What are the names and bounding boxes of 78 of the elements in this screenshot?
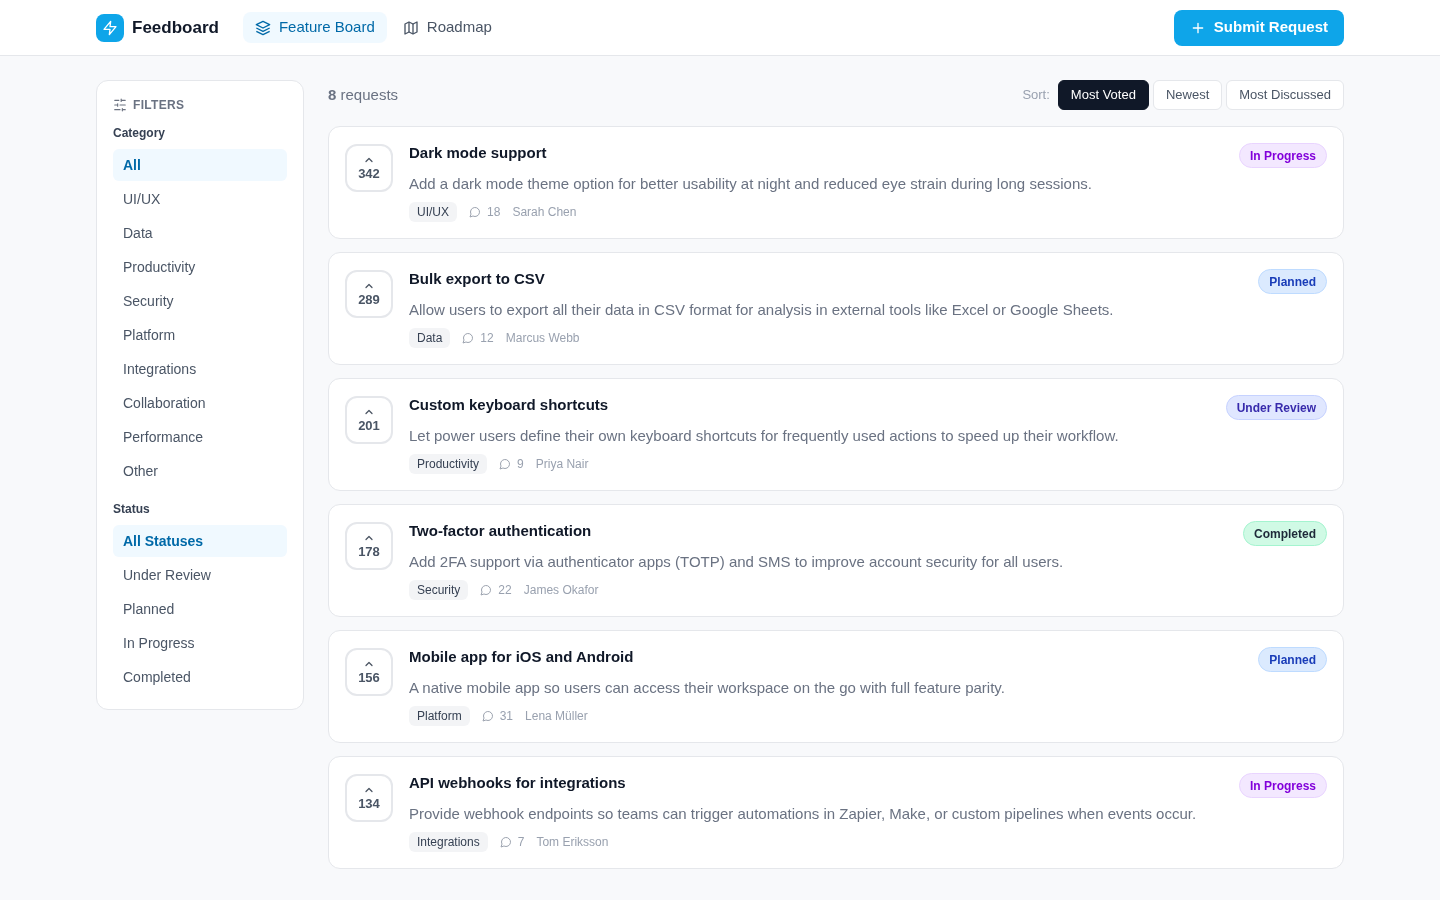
status-badge: In Progress bbox=[1238, 773, 1327, 798]
category-tag: Integrations bbox=[409, 832, 488, 852]
upvote-button[interactable]: 134 bbox=[345, 774, 393, 822]
status-badge: Planned bbox=[1258, 647, 1327, 672]
comment-count: 22 bbox=[498, 582, 512, 598]
filter-option[interactable]: In Progress bbox=[113, 627, 287, 659]
map-icon bbox=[402, 19, 419, 36]
request-title: API webhooks for integrations bbox=[409, 773, 627, 793]
request-description: A native mobile app so users can access their workspace on the go with full feature parity. bbox=[409, 678, 1006, 698]
filter-option[interactable]: Productivity bbox=[113, 251, 287, 283]
filters-title: FILTERS bbox=[133, 97, 185, 113]
upvote-button[interactable]: 289 bbox=[345, 270, 393, 318]
upvote-button[interactable]: 178 bbox=[345, 522, 393, 570]
filter-option[interactable]: All Statuses bbox=[113, 525, 287, 557]
category-tag: Productivity bbox=[409, 454, 488, 474]
comment-count: 31 bbox=[499, 708, 514, 724]
request-title: Mobile app for iOS and Android bbox=[409, 647, 635, 667]
request-title: Custom keyboard shortcuts bbox=[409, 395, 610, 415]
author-name: James Okafor bbox=[523, 582, 599, 598]
status-badge: Planned bbox=[1258, 269, 1327, 294]
category-tag: Data bbox=[409, 328, 451, 348]
filter-option[interactable]: All bbox=[113, 149, 287, 181]
request-title: Dark mode support bbox=[409, 143, 548, 163]
sort-label: Sort: bbox=[1022, 86, 1050, 105]
request-description: Add a dark mode theme option for better usability at night and reduced eye strain during long sessions. bbox=[409, 174, 1093, 194]
comment-count: 12 bbox=[480, 330, 494, 346]
status-badge: Under Review bbox=[1225, 395, 1327, 420]
comment-count: 18 bbox=[487, 204, 501, 220]
filter-option[interactable]: Completed bbox=[113, 661, 287, 693]
comment-icon bbox=[480, 584, 493, 596]
nav-tab[interactable]: Feature Board bbox=[242, 12, 387, 43]
request-description: Let power users define their own keyboard shortcuts for frequently used actions to speed up their workflow. bbox=[409, 426, 1120, 446]
filter-option[interactable]: Other bbox=[113, 455, 287, 487]
filter-heading: Status bbox=[113, 501, 151, 517]
filter-heading: Category bbox=[113, 125, 166, 141]
comment-icon bbox=[499, 458, 512, 470]
status-badge: Completed bbox=[1243, 521, 1327, 546]
upvote-button[interactable]: 156 bbox=[345, 648, 393, 696]
filter-option[interactable]: Security bbox=[113, 285, 287, 317]
filter-option[interactable]: Planned bbox=[113, 593, 287, 625]
comment-icon bbox=[469, 206, 481, 218]
author-name: Sarah Chen bbox=[512, 204, 577, 220]
category-tag: Security bbox=[409, 580, 469, 600]
comment-icon bbox=[462, 332, 475, 344]
filter-option[interactable]: Platform bbox=[113, 319, 287, 351]
category-tag: Platform bbox=[409, 706, 470, 726]
filter-option[interactable]: Data bbox=[113, 217, 287, 249]
filter-option[interactable]: Collaboration bbox=[113, 387, 287, 419]
request-description: Provide webhook endpoints so teams can trigger automations in Zapier, Make, or custom pipelines when events occur. bbox=[409, 804, 1198, 824]
lightning-icon bbox=[96, 13, 124, 42]
request-title: Two-factor authentication bbox=[409, 521, 593, 541]
comment-icon bbox=[499, 836, 512, 848]
sort-button[interactable]: Most Voted bbox=[1057, 80, 1149, 110]
request-count: 8 requests bbox=[328, 84, 399, 105]
sort-button[interactable]: Most Discussed bbox=[1226, 80, 1344, 110]
upvote-button[interactable]: 201 bbox=[345, 396, 393, 444]
app-title: Feedboard bbox=[132, 16, 219, 39]
comment-count: 9 bbox=[517, 456, 524, 472]
author-name: Marcus Webb bbox=[505, 330, 580, 346]
filter-option[interactable]: Integrations bbox=[113, 353, 287, 385]
request-description: Add 2FA support via authenticator apps (TOTP) and SMS to improve account security for all users. bbox=[409, 552, 1065, 572]
request-title: Bulk export to CSV bbox=[409, 269, 546, 289]
filter-option[interactable]: UI/UX bbox=[113, 183, 287, 215]
filter-option[interactable]: Performance bbox=[113, 421, 287, 453]
nav-tab[interactable]: Roadmap bbox=[390, 12, 504, 43]
author-name: Priya Nair bbox=[535, 456, 589, 472]
request-description: Allow users to export all their data in CSV format for analysis in external tools like Excel or Google Sheets. bbox=[409, 300, 1115, 320]
upvote-button[interactable]: 342 bbox=[345, 144, 393, 192]
author-name: Tom Eriksson bbox=[536, 834, 609, 850]
layers-icon bbox=[254, 19, 271, 36]
category-tag: UI/UX bbox=[409, 202, 457, 222]
status-badge: In Progress bbox=[1238, 143, 1327, 168]
sliders-icon bbox=[113, 98, 127, 112]
comment-count: 7 bbox=[517, 834, 525, 850]
sort-button[interactable]: Newest bbox=[1152, 80, 1223, 110]
author-name: Lena Müller bbox=[525, 708, 588, 724]
comment-icon bbox=[481, 710, 494, 722]
filter-option[interactable]: Under Review bbox=[113, 559, 287, 591]
